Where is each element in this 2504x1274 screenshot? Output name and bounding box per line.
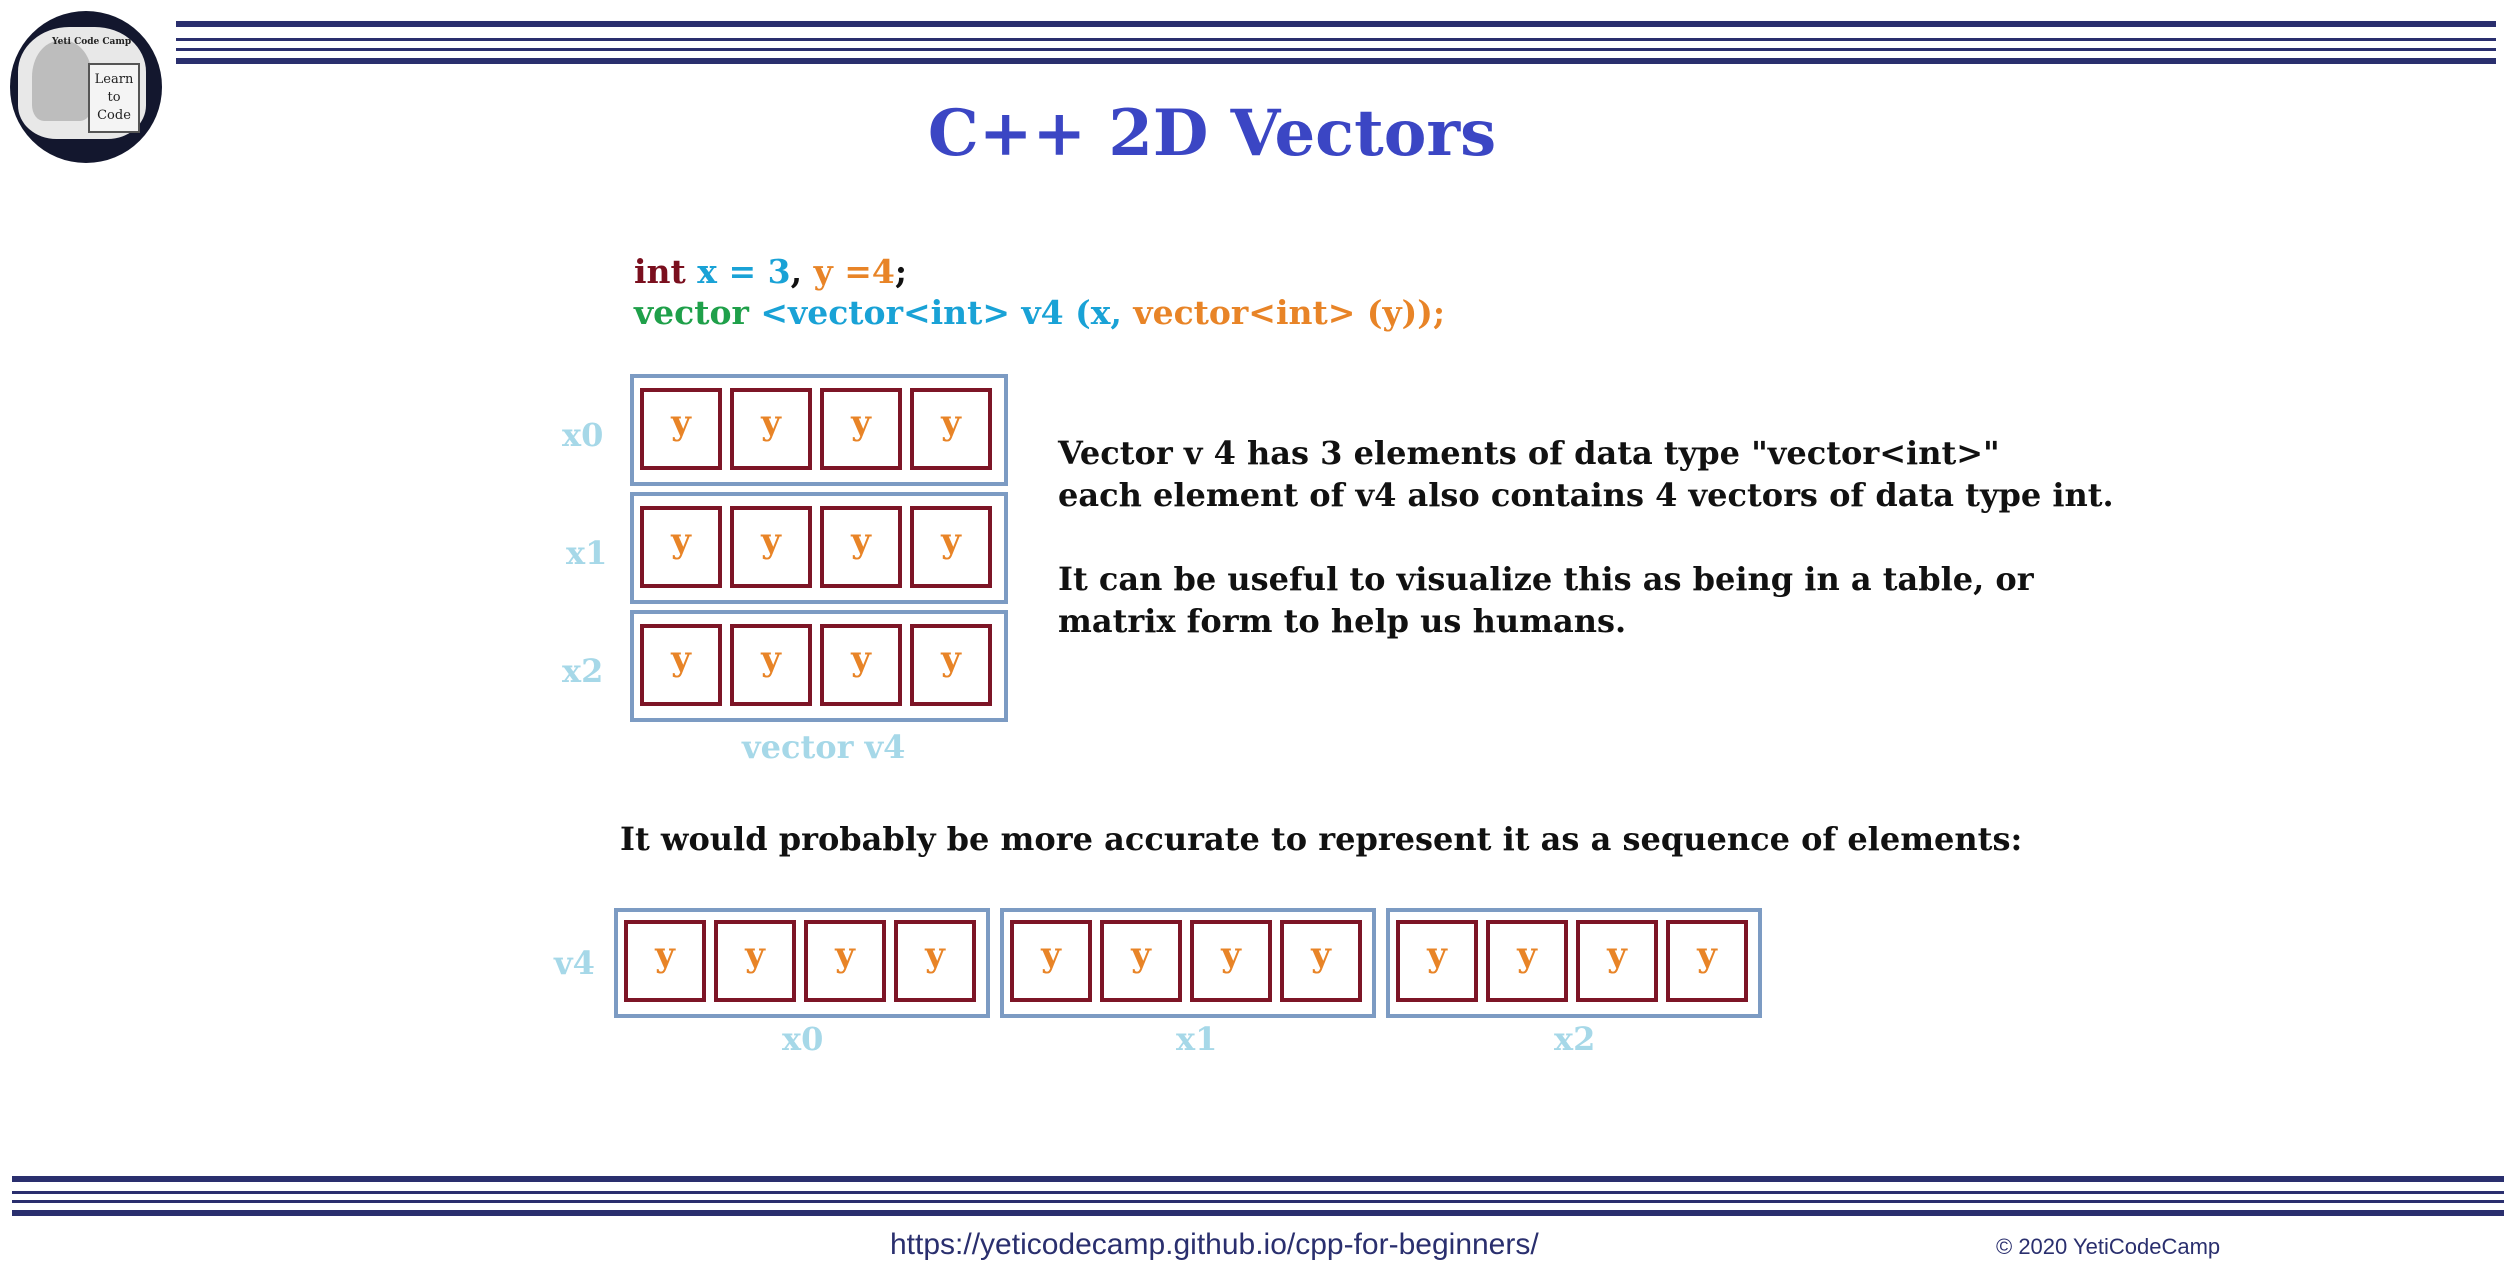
page-title: C++ 2D Vectors [927, 96, 1497, 171]
sequence-cell: y [894, 920, 976, 1002]
footer-rule-3 [12, 1200, 2504, 1203]
sequence-cell: y [1486, 920, 1568, 1002]
sequence-heading: It would probably be more accurate to re… [620, 820, 2023, 858]
matrix-cell: y [730, 624, 812, 706]
matrix-cell: y [730, 506, 812, 588]
matrix-cell: y [820, 506, 902, 588]
code-semicolon: ; [894, 252, 908, 291]
code-keyword: int [634, 252, 686, 291]
code-comma: , [790, 252, 814, 291]
footer-copyright: © 2020 YetiCodeCamp [1996, 1234, 2221, 1259]
sequence-cell: y [1010, 920, 1092, 1002]
code-inner-type: <vector<int> v4 (x, [748, 293, 1134, 332]
logo-sign-line: Learn [94, 72, 134, 87]
sequence-cell: y [1190, 920, 1272, 1002]
sequence-group-label: x0 [782, 1020, 824, 1058]
sequence-cell: y [804, 920, 886, 1002]
sequence-group-label: x1 [1176, 1020, 1218, 1058]
matrix-cell: y [820, 624, 902, 706]
footer-rule-2 [12, 1191, 2504, 1194]
code-vector-y: vector<int> (y)); [1133, 293, 1446, 332]
matrix-cell: y [640, 506, 722, 588]
header-rule-4 [176, 58, 2496, 64]
description-line-2: each element of v4 also contains 4 vecto… [1058, 476, 2114, 514]
logo-brand-text: Yeti Code Camp [52, 37, 132, 47]
sequence-label: v4 [554, 944, 595, 982]
matrix-cell: y [730, 388, 812, 470]
matrix-row-label: x1 [566, 534, 608, 572]
code-var-x: x [697, 252, 717, 291]
description-line-1: Vector v 4 has 3 elements of data type "… [1058, 434, 2000, 472]
matrix-cell: y [640, 388, 722, 470]
description-line-3: It can be useful to visualize this as be… [1058, 560, 2034, 598]
code-eq: = [716, 252, 768, 291]
matrix-row-label: x0 [562, 416, 604, 454]
footer-url-link[interactable]: https://yeticodecamp.github.io/cpp-for-b… [890, 1228, 1539, 1262]
code-line-2: vector <vector<int> v4 (x, vector<int> (… [634, 293, 1445, 332]
description-line-4: matrix form to help us humans. [1058, 602, 1627, 640]
matrix-row-label: x2 [562, 652, 604, 690]
matrix-cell: y [820, 388, 902, 470]
matrix-caption: vector v4 [742, 728, 906, 766]
code-var-y: y =4 [813, 252, 895, 291]
sequence-cell: y [624, 920, 706, 1002]
sequence-cell: y [1100, 920, 1182, 1002]
sequence-cell: y [1396, 920, 1478, 1002]
code-keyword: vector [634, 293, 749, 332]
code-x-value: 3 [767, 252, 791, 291]
code-line-1: int x = 3, y =4; [634, 252, 907, 291]
footer-rule-1 [12, 1176, 2504, 1182]
header-rule-1 [176, 21, 2496, 27]
matrix-cell: y [910, 388, 992, 470]
sequence-cell: y [1666, 920, 1748, 1002]
matrix-cell: y [640, 624, 722, 706]
sequence-cell: y [1280, 920, 1362, 1002]
header-rule-2 [176, 38, 2496, 41]
sequence-cell: y [714, 920, 796, 1002]
matrix-cell: y [910, 506, 992, 588]
matrix-cell: y [910, 624, 992, 706]
header-rule-3 [176, 48, 2496, 51]
sequence-group-label: x2 [1554, 1020, 1596, 1058]
footer-rule-4 [12, 1210, 2504, 1216]
sequence-cell: y [1576, 920, 1658, 1002]
